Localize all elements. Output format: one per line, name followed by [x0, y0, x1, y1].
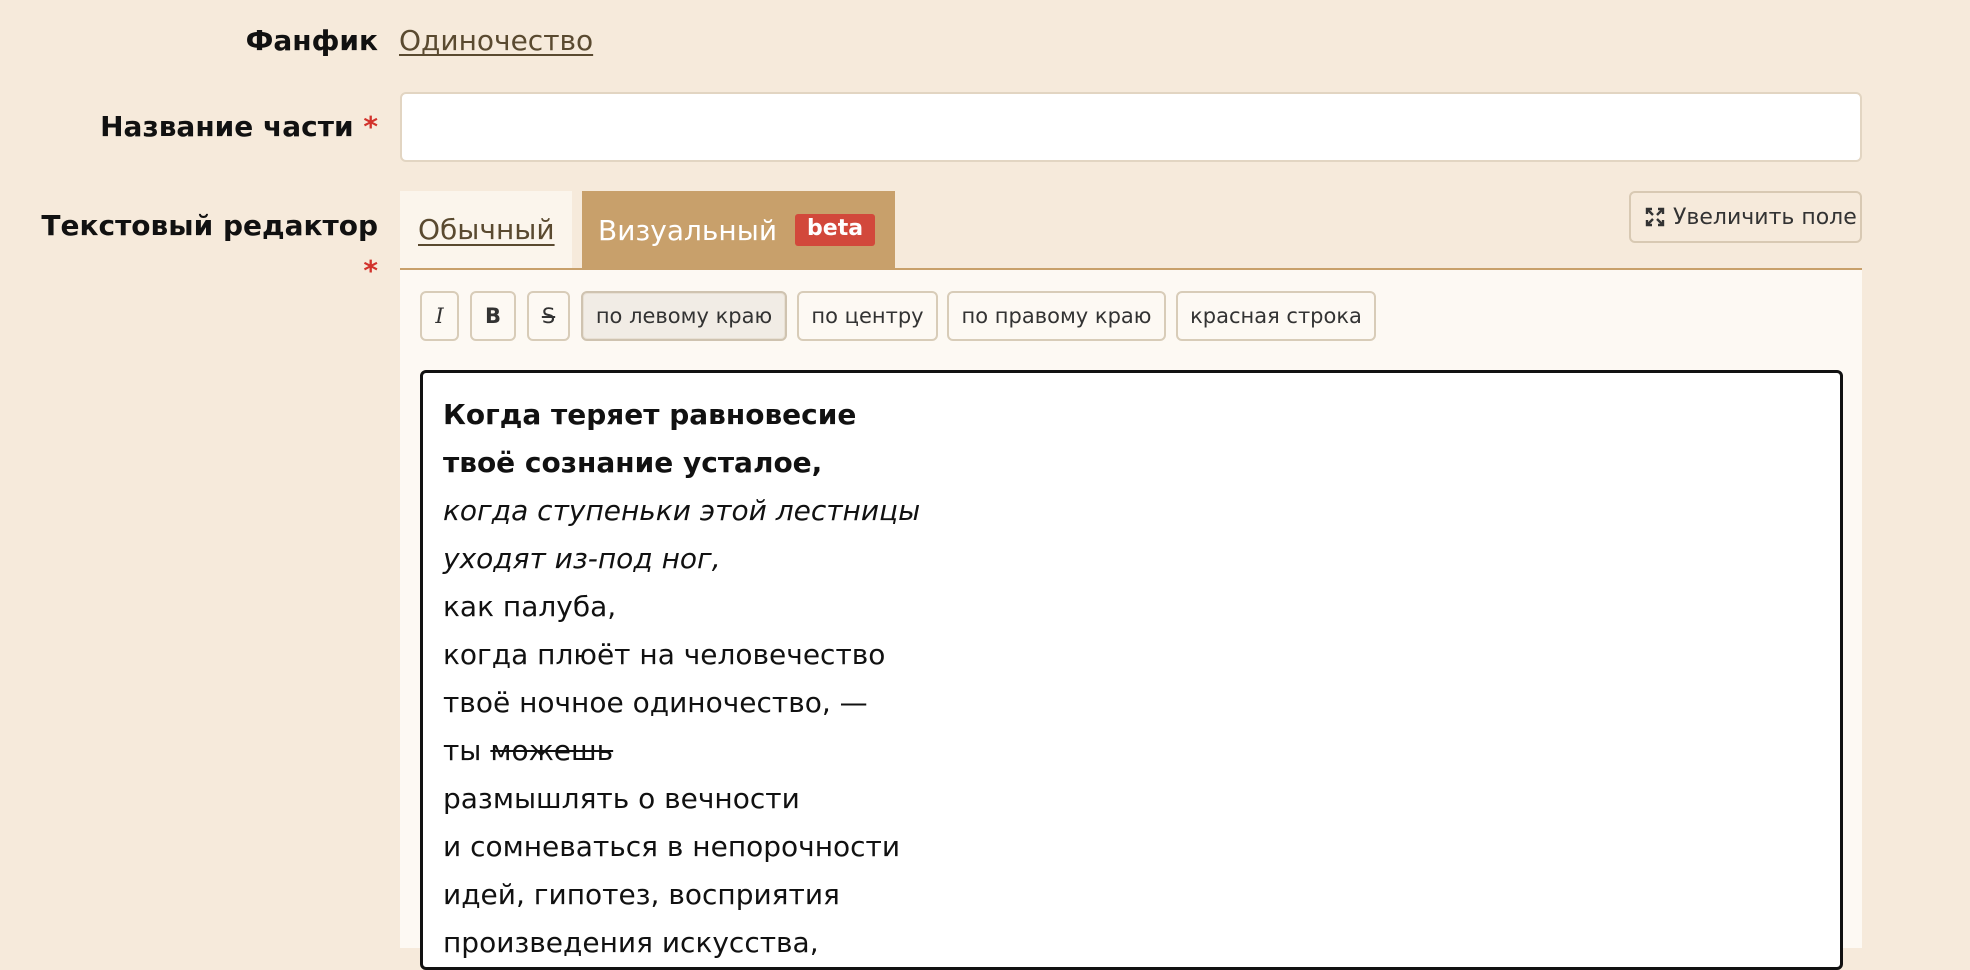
- text-line: размышлять о вечности: [443, 782, 800, 815]
- text-line: когда плюёт на человечество: [443, 638, 886, 671]
- visual-editor-content[interactable]: Когда теряет равновесие твоё сознание ус…: [420, 370, 1843, 970]
- editor-required-mark: *: [363, 254, 378, 287]
- beta-badge: beta: [795, 214, 876, 246]
- part-title-input[interactable]: [400, 92, 1862, 162]
- tab-plain-editor[interactable]: Обычный: [400, 191, 572, 268]
- text-line: идей, гипотез, восприятия: [443, 878, 840, 911]
- tab-plain-label: Обычный: [418, 213, 555, 246]
- text-line: твоё сознание усталое,: [443, 446, 823, 479]
- text-line: твоё ночное одиночество, —: [443, 686, 868, 719]
- align-center-button[interactable]: по центру: [797, 291, 938, 341]
- fanfic-link[interactable]: Одиночество: [399, 24, 593, 57]
- text-line: и сомневаться в непорочности: [443, 830, 901, 863]
- expand-field-button[interactable]: Увеличить поле: [1629, 191, 1862, 243]
- text-line: уходят из-под ног,: [443, 542, 721, 575]
- part-title-label-text: Название части: [100, 110, 354, 143]
- text-line: как палуба,: [443, 590, 617, 623]
- italic-button[interactable]: I: [420, 291, 459, 341]
- required-mark: *: [363, 110, 378, 143]
- bold-button[interactable]: B: [470, 291, 516, 341]
- text-line: ты можешь: [443, 727, 1820, 775]
- fanfic-label: Фанфик: [245, 24, 378, 57]
- text-line: когда ступеньки этой лестницы: [443, 494, 921, 527]
- align-right-button[interactable]: по правому краю: [947, 291, 1166, 341]
- expand-field-label: Увеличить поле: [1673, 204, 1857, 230]
- text-fragment: ты: [443, 734, 491, 767]
- text-line: произведения искусства,: [443, 926, 819, 959]
- part-title-label: Название части *: [100, 110, 378, 143]
- tab-visual-label: Визуальный: [598, 213, 778, 247]
- expand-icon: [1645, 207, 1665, 227]
- tab-visual-editor[interactable]: Визуальный beta: [582, 191, 895, 269]
- text-editor-label: Текстовый редактор: [41, 209, 378, 242]
- text-line: Когда теряет равновесие: [443, 398, 857, 431]
- strikethrough-button[interactable]: S: [527, 291, 570, 341]
- red-line-button[interactable]: красная строка: [1176, 291, 1376, 341]
- strikethrough-text: можешь: [490, 734, 614, 767]
- align-left-button[interactable]: по левому краю: [581, 291, 787, 341]
